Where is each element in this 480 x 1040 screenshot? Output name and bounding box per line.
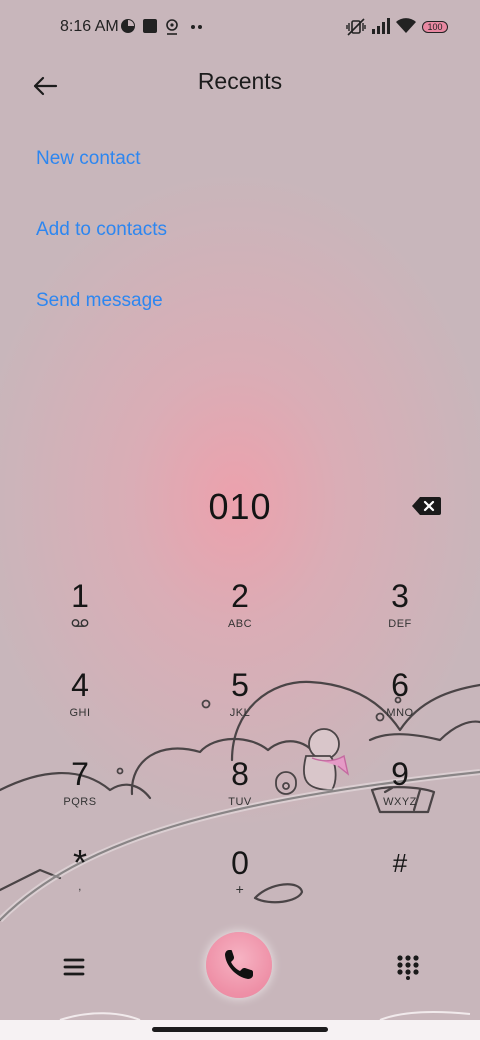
key-digit: # [392, 848, 408, 878]
key-5[interactable]: 5 JKL [180, 667, 300, 749]
key-digit: 2 [231, 578, 249, 614]
key-3[interactable]: 3 DEF [340, 578, 460, 660]
voicemail-icon [20, 618, 140, 632]
call-button[interactable] [206, 932, 272, 998]
key-letters [340, 885, 460, 899]
key-letters: PQRS [63, 796, 97, 808]
key-4[interactable]: 4 GHI [20, 667, 140, 749]
key-letters: DEF [388, 618, 412, 630]
key-letters: ABC [227, 618, 253, 630]
key-letters: WXYZ [383, 796, 417, 808]
app-square-icon [143, 19, 157, 33]
bottom-bar [0, 920, 480, 1020]
key-7[interactable]: 7 PQRS [20, 756, 140, 838]
key-6[interactable]: 6 MNO [340, 667, 460, 749]
key-digit: 6 [391, 667, 409, 703]
top-bar: Recents [0, 56, 480, 108]
key-0[interactable]: 0 + [180, 845, 300, 927]
dialpad-toggle-button[interactable] [396, 954, 420, 980]
dialed-number: 010 [208, 486, 272, 527]
key-letters: GHI [69, 707, 91, 719]
key-digit: * [72, 842, 87, 883]
key-digit: 7 [71, 756, 89, 792]
data-saver-icon [121, 19, 135, 33]
signal-icon [372, 18, 390, 34]
backspace-button[interactable] [410, 494, 442, 518]
phone-icon [225, 950, 253, 979]
home-gesture-handle[interactable] [152, 1027, 328, 1032]
battery-icon: 100 [422, 21, 448, 33]
key-digit: 0 [231, 845, 249, 881]
add-to-contacts-link[interactable]: Add to contacts [36, 219, 167, 241]
key-digit: 1 [71, 578, 89, 614]
status-time: 8:16 AM [60, 18, 119, 35]
wifi-icon [396, 18, 416, 33]
key-digit: 3 [391, 578, 409, 614]
send-message-link[interactable]: Send message [36, 290, 163, 312]
backspace-icon [412, 497, 441, 515]
key-star[interactable]: * , [20, 845, 140, 927]
key-digit: 5 [231, 667, 249, 703]
vibrate-off-icon [346, 18, 366, 36]
key-letters: MNO [386, 707, 414, 719]
location-pin-icon [166, 19, 178, 35]
key-letters: TUV [228, 796, 252, 808]
key-digit: 4 [71, 667, 89, 703]
key-digit: 8 [231, 756, 249, 792]
status-bar: 8:16 AM 100 [0, 0, 480, 56]
menu-button[interactable] [60, 954, 88, 980]
menu-icon [63, 958, 85, 976]
key-1[interactable]: 1 [20, 578, 140, 660]
system-nav-bar [0, 1020, 480, 1040]
key-digit: 9 [391, 756, 409, 792]
battery-level: 100 [427, 22, 443, 32]
key-9[interactable]: 9 WXYZ [340, 756, 460, 838]
key-letters: , [78, 881, 82, 893]
page-title: Recents [197, 68, 283, 94]
key-letters: JKL [229, 707, 251, 719]
new-contact-link[interactable]: New contact [36, 148, 141, 170]
key-2[interactable]: 2 ABC [180, 578, 300, 660]
more-dots-icon [191, 25, 202, 29]
dialpad-icon [397, 955, 419, 980]
key-hash[interactable]: # [340, 845, 460, 927]
key-letters: + [235, 881, 245, 897]
key-8[interactable]: 8 TUV [180, 756, 300, 838]
